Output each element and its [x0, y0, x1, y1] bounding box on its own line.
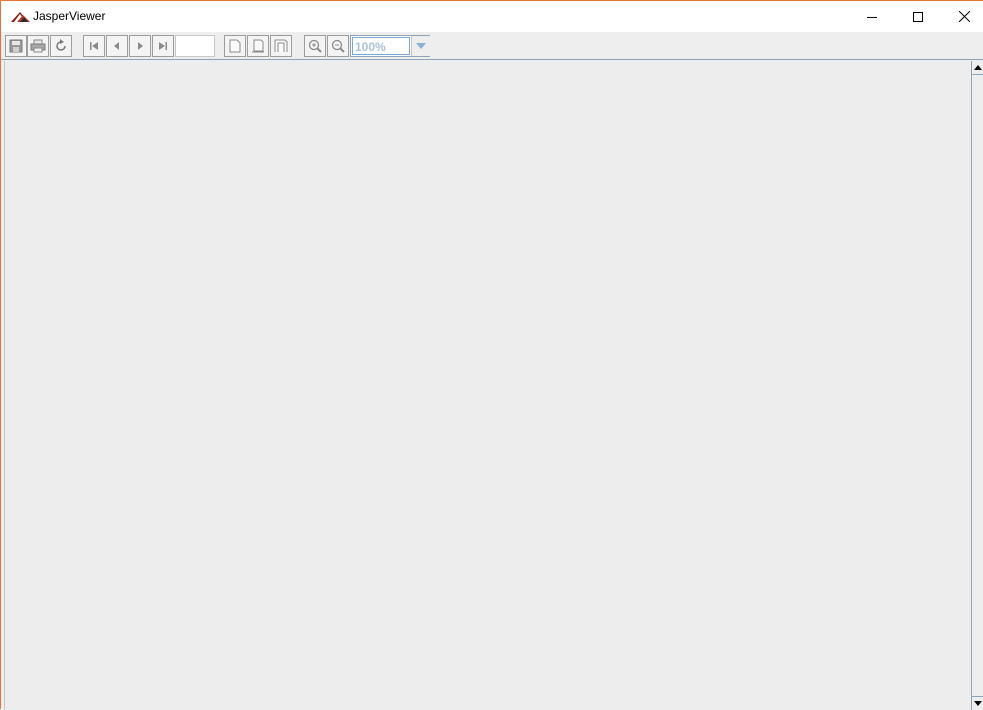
page-number-input[interactable] — [175, 35, 215, 57]
chevron-down-icon — [416, 43, 426, 49]
zoom-out-button[interactable] — [327, 35, 349, 57]
jasper-logo-icon — [11, 10, 31, 22]
last-page-button[interactable] — [152, 35, 174, 57]
arrow-up-icon — [973, 65, 982, 70]
save-icon — [9, 39, 23, 53]
next-page-icon — [138, 42, 143, 50]
previous-page-button[interactable] — [106, 35, 128, 57]
print-icon — [30, 39, 46, 53]
last-page-icon — [159, 42, 167, 50]
close-button[interactable] — [941, 1, 983, 32]
maximize-button[interactable] — [895, 1, 941, 32]
actual-size-icon — [229, 39, 241, 53]
title-bar[interactable]: JasperViewer — [1, 1, 983, 32]
close-icon — [958, 11, 970, 22]
reload-icon — [56, 39, 66, 51]
zoom-in-icon — [308, 39, 322, 53]
scroll-down-button[interactable] — [972, 696, 983, 710]
window-title: JasperViewer — [33, 9, 106, 23]
report-view-area[interactable] — [4, 61, 971, 710]
minimize-button[interactable] — [849, 1, 895, 32]
minimize-icon — [867, 16, 877, 18]
fit-width-icon — [274, 39, 288, 52]
zoom-value-field[interactable]: 100% — [352, 37, 410, 55]
actual-size-button[interactable] — [224, 35, 246, 57]
scroll-up-button[interactable] — [972, 61, 983, 75]
fit-width-button[interactable] — [270, 35, 292, 57]
zoom-out-icon — [331, 39, 345, 53]
zoom-dropdown-button[interactable] — [411, 36, 430, 56]
viewer-toolbar: 100% — [1, 32, 983, 60]
print-button[interactable] — [27, 35, 49, 57]
first-page-icon — [90, 42, 98, 50]
zoom-combobox[interactable]: 100% — [350, 35, 430, 57]
vertical-scrollbar[interactable] — [971, 61, 983, 710]
arrow-down-icon — [973, 701, 982, 706]
reload-button[interactable] — [50, 35, 72, 57]
save-button[interactable] — [5, 35, 27, 57]
first-page-button[interactable] — [83, 35, 105, 57]
previous-page-icon — [114, 42, 119, 50]
next-page-button[interactable] — [129, 35, 151, 57]
fit-page-button[interactable] — [247, 35, 269, 57]
maximize-icon — [913, 11, 923, 22]
fit-page-icon — [252, 39, 264, 53]
jasper-viewer-window: JasperViewer 100% — [0, 0, 983, 710]
zoom-in-button[interactable] — [304, 35, 326, 57]
